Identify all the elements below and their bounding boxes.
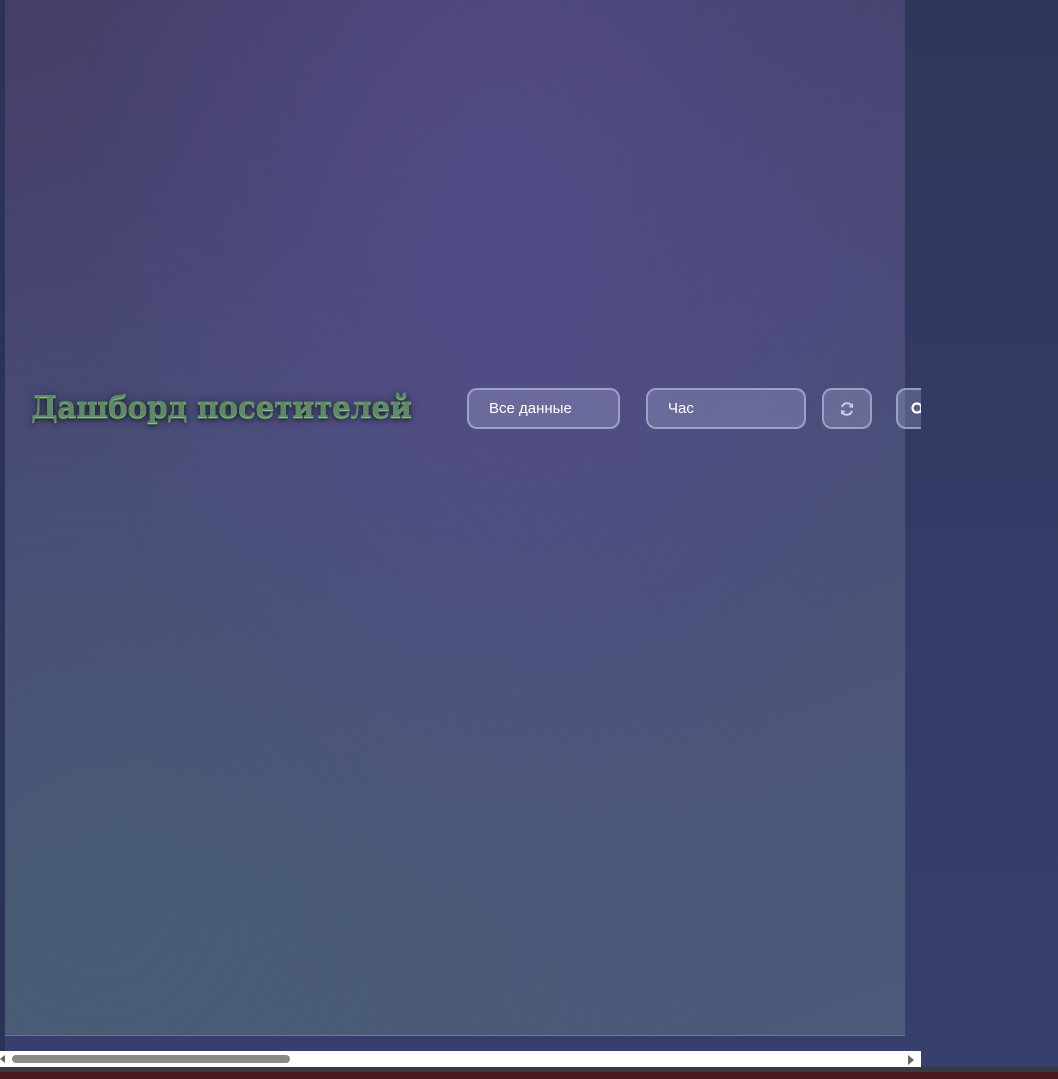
scrollbar-thumb[interactable] bbox=[12, 1055, 290, 1063]
dashboard-header: Дашборд посетителей Все данные Час bbox=[0, 388, 921, 433]
header-clip bbox=[0, 388, 921, 433]
dashboard-panel bbox=[5, 0, 905, 1036]
search-icon bbox=[911, 401, 921, 414]
search-button[interactable] bbox=[896, 388, 921, 429]
scroll-right-arrow-icon[interactable] bbox=[908, 1055, 914, 1065]
taskbar-edge bbox=[0, 1067, 1058, 1079]
horizontal-scrollbar[interactable] bbox=[0, 1051, 921, 1067]
scroll-left-arrow-icon[interactable] bbox=[0, 1055, 5, 1063]
